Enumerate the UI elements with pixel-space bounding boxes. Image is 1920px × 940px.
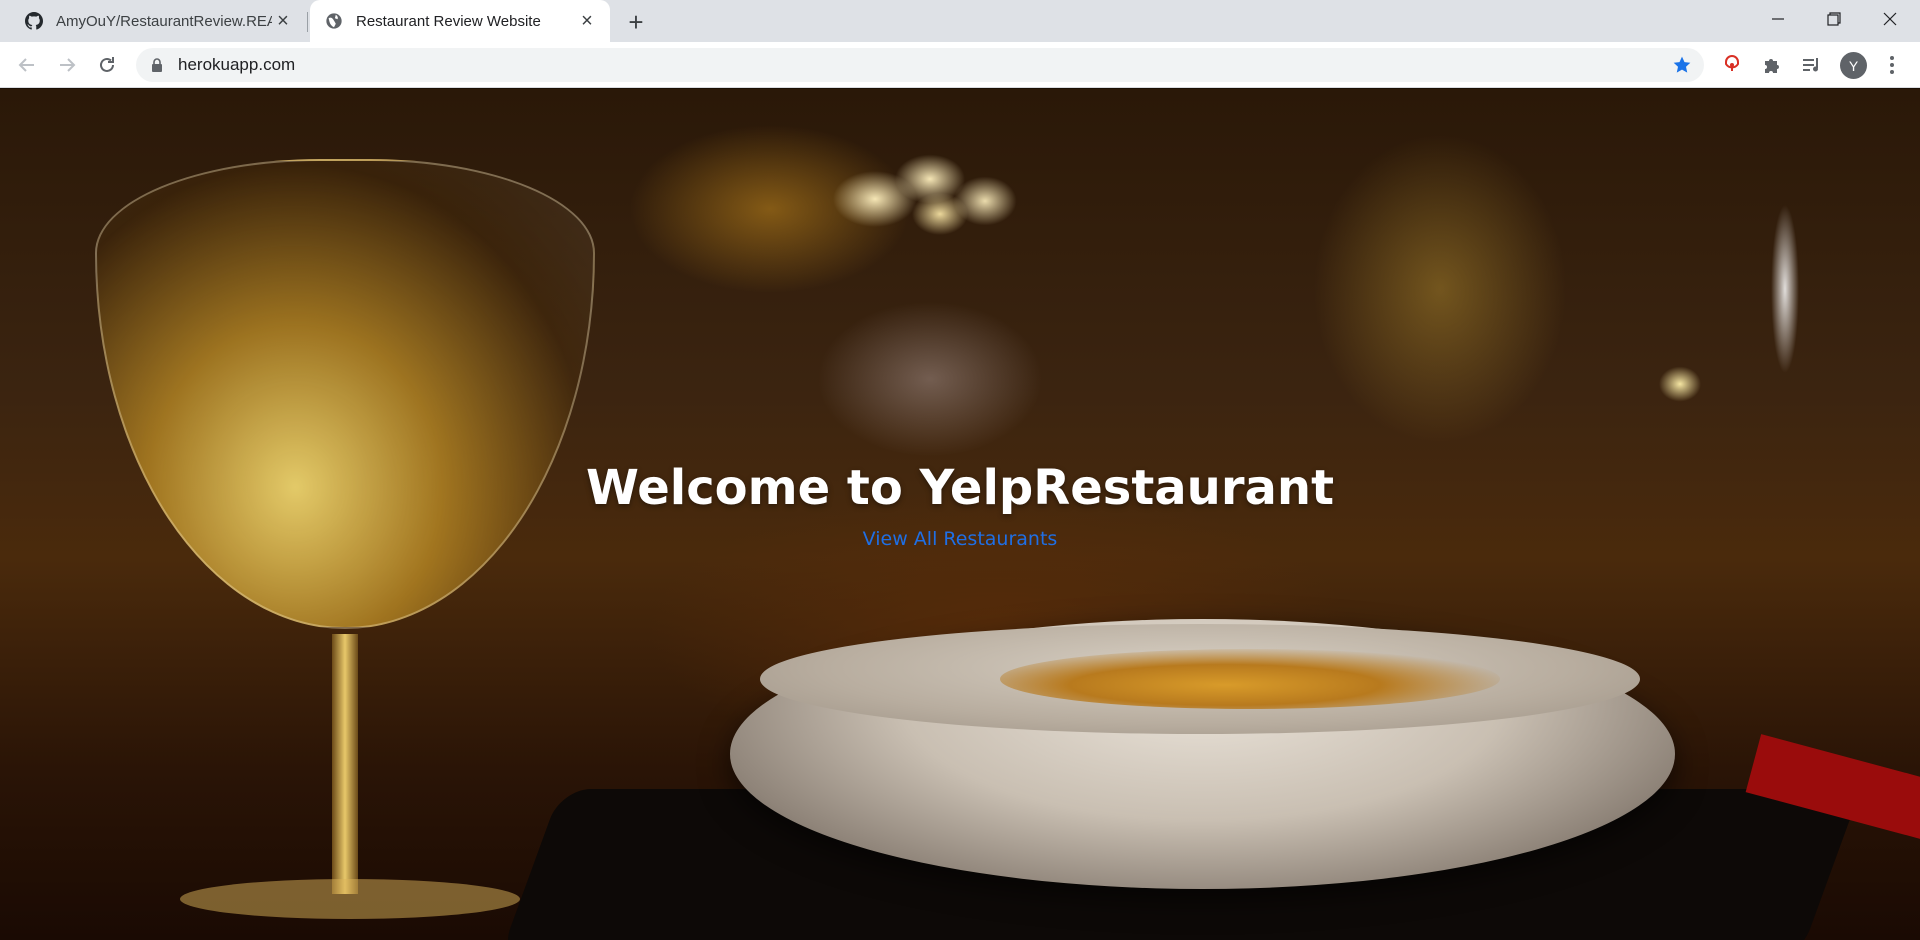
view-all-restaurants-link[interactable]: View All Restaurants: [863, 528, 1058, 550]
back-arrow-icon[interactable]: [12, 50, 42, 80]
hero-wine-glass-shape: [95, 159, 595, 629]
profile-avatar[interactable]: Y: [1840, 52, 1867, 79]
close-tab-icon[interactable]: ×: [272, 10, 294, 32]
media-queue-icon[interactable]: [1800, 53, 1824, 77]
bookmark-star-icon[interactable]: [1672, 55, 1692, 75]
restore-icon[interactable]: [1806, 0, 1862, 38]
tab-title: Restaurant Review Website: [356, 12, 541, 30]
globe-icon: [324, 11, 344, 31]
forward-arrow-icon[interactable]: [52, 50, 82, 80]
tab-divider: [307, 12, 308, 32]
address-url: herokuapp.com: [178, 55, 296, 74]
github-icon: [24, 11, 44, 31]
hero-content: Welcome to YelpRestaurant View All Resta…: [0, 460, 1920, 550]
hero-food-shape: [1000, 649, 1500, 709]
tab-restaurant-review[interactable]: Restaurant Review Website ×: [310, 0, 610, 42]
reload-icon[interactable]: [92, 50, 122, 80]
tab-title: AmyOuY/RestaurantReview.REACT: [56, 12, 272, 30]
hero-glass-base-shape: [180, 879, 520, 919]
hero-glass-stem-shape: [332, 634, 358, 894]
address-bar[interactable]: herokuapp.com: [136, 48, 1704, 82]
minimize-icon[interactable]: [1750, 0, 1806, 38]
browser-toolbar: herokuapp.com Y: [0, 42, 1920, 88]
password-manager-extension-icon[interactable]: [1720, 53, 1744, 77]
hero-title: Welcome to YelpRestaurant: [585, 460, 1335, 516]
tab-github[interactable]: AmyOuY/RestaurantReview.REACT ×: [10, 0, 306, 42]
lock-icon[interactable]: [150, 57, 164, 73]
close-window-icon[interactable]: [1862, 0, 1918, 38]
extensions-puzzle-icon[interactable]: [1760, 53, 1784, 77]
new-tab-plus-icon[interactable]: +: [622, 7, 650, 37]
tab-strip: AmyOuY/RestaurantReview.REACT × Restaura…: [0, 0, 1920, 42]
more-options-icon[interactable]: [1880, 53, 1904, 77]
close-tab-icon[interactable]: ×: [576, 10, 598, 32]
